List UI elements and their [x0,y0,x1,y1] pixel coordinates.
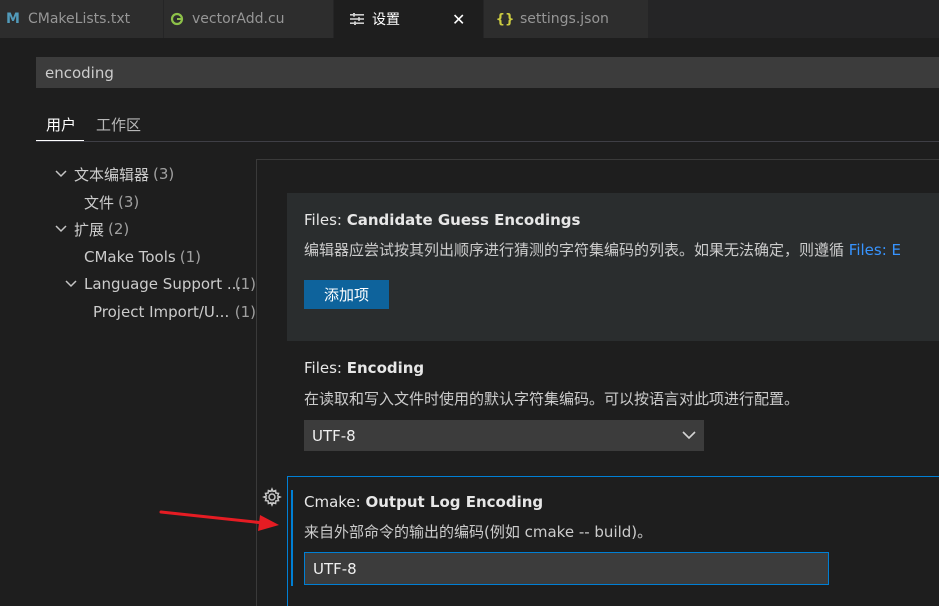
toc-label: Language Support ... [84,275,242,293]
tab-cmakelists[interactable]: M CMakeLists.txt [0,0,164,38]
search-value: encoding [45,63,114,82]
toc-item-cmake-tools[interactable]: CMake Tools (1) [84,245,201,269]
settings-scope-tabs: 用户 工作区 [36,108,939,142]
settings-toc: 文本编辑器 (3) 文件 (3) 扩展 (2) CMake Tools (1) … [0,160,256,606]
setting-title: Files: Candidate Guess Encodings [304,211,581,229]
toc-count: (3) [118,193,140,211]
toc-count: (2) [108,220,130,238]
toc-item-files[interactable]: 文件 (3) [84,190,139,214]
toc-divider [256,160,257,606]
toc-label: 文本编辑器 [74,165,150,184]
toc-count: (1) [179,248,201,266]
chevron-down-icon [52,225,70,233]
tab-label: 设置 [372,12,400,28]
output-log-encoding-input[interactable]: UTF-8 [304,552,829,585]
tab-user[interactable]: 用户 [36,108,85,141]
setting-cmake-output-log-encoding: Cmake: Output Log Encoding 来自外部命令的输出的编码(… [287,476,939,606]
encoding-select[interactable]: UTF-8 [304,420,704,451]
settings-search-input[interactable]: encoding [36,57,939,88]
setting-description: 编辑器应尝试按其列出顺序进行猜测的字符集编码的列表。如果无法确定，则遵循 Fil… [304,241,901,259]
list-top-divider [256,159,939,160]
gear-icon[interactable] [262,487,282,507]
input-value: UTF-8 [313,559,357,578]
settings-editor-icon [348,13,366,25]
setting-title: Cmake: Output Log Encoding [304,493,544,511]
setting-title: Files: Encoding [304,359,425,377]
toc-item-text-editor[interactable]: 文本编辑器 (3) [52,162,174,186]
setting-candidate-guess-encodings: Files: Candidate Guess Encodings 编辑器应尝试按… [287,193,939,341]
toc-count: (3) [153,165,175,183]
tab-workspace[interactable]: 工作区 [94,108,143,141]
setting-link[interactable]: Files: E [849,241,901,259]
close-icon[interactable]: ✕ [452,10,465,29]
setting-description: 来自外部命令的输出的编码(例如 cmake -- build)。 [304,523,653,541]
chevron-down-icon [52,170,70,178]
toc-label: 扩展 [74,220,105,239]
editor-tab-bar: M CMakeLists.txt vectorAdd.cu 设置 ✕ {} se… [0,0,939,38]
tab-settings-json[interactable]: {} settings.json [484,0,649,38]
chevron-down-icon [62,280,80,288]
tab-label: vectorAdd.cu [192,11,285,27]
cuda-file-icon [168,12,186,26]
tab-label: CMakeLists.txt [28,11,131,27]
tab-label: settings.json [520,11,609,27]
setting-files-encoding: Files: Encoding 在读取和写入文件时使用的默认字符集编码。可以按语… [287,345,939,465]
toc-item-language-support[interactable]: Language Support ... (1) [62,272,256,296]
toc-label: CMake Tools [84,248,176,266]
cmake-file-icon: M [6,11,20,27]
setting-description: 在读取和写入文件时使用的默认字符集编码。可以按语言对此项进行配置。 [304,390,800,408]
toc-label: 文件 [84,193,115,212]
tab-settings[interactable]: 设置 ✕ [334,0,484,38]
tab-vectoradd[interactable]: vectorAdd.cu [164,0,334,38]
add-item-button[interactable]: 添加项 [304,280,389,309]
annotation-arrow-icon [158,505,283,535]
toc-item-project-import[interactable]: Project Import/U... (1) [93,300,256,324]
toc-label: Project Import/U... [93,303,230,321]
toc-count: (1) [234,275,256,293]
json-file-icon: {} [495,11,515,27]
toc-count: (1) [234,303,256,321]
chevron-down-icon [682,431,696,440]
select-value: UTF-8 [312,426,356,445]
toc-item-extensions[interactable]: 扩展 (2) [52,217,129,241]
